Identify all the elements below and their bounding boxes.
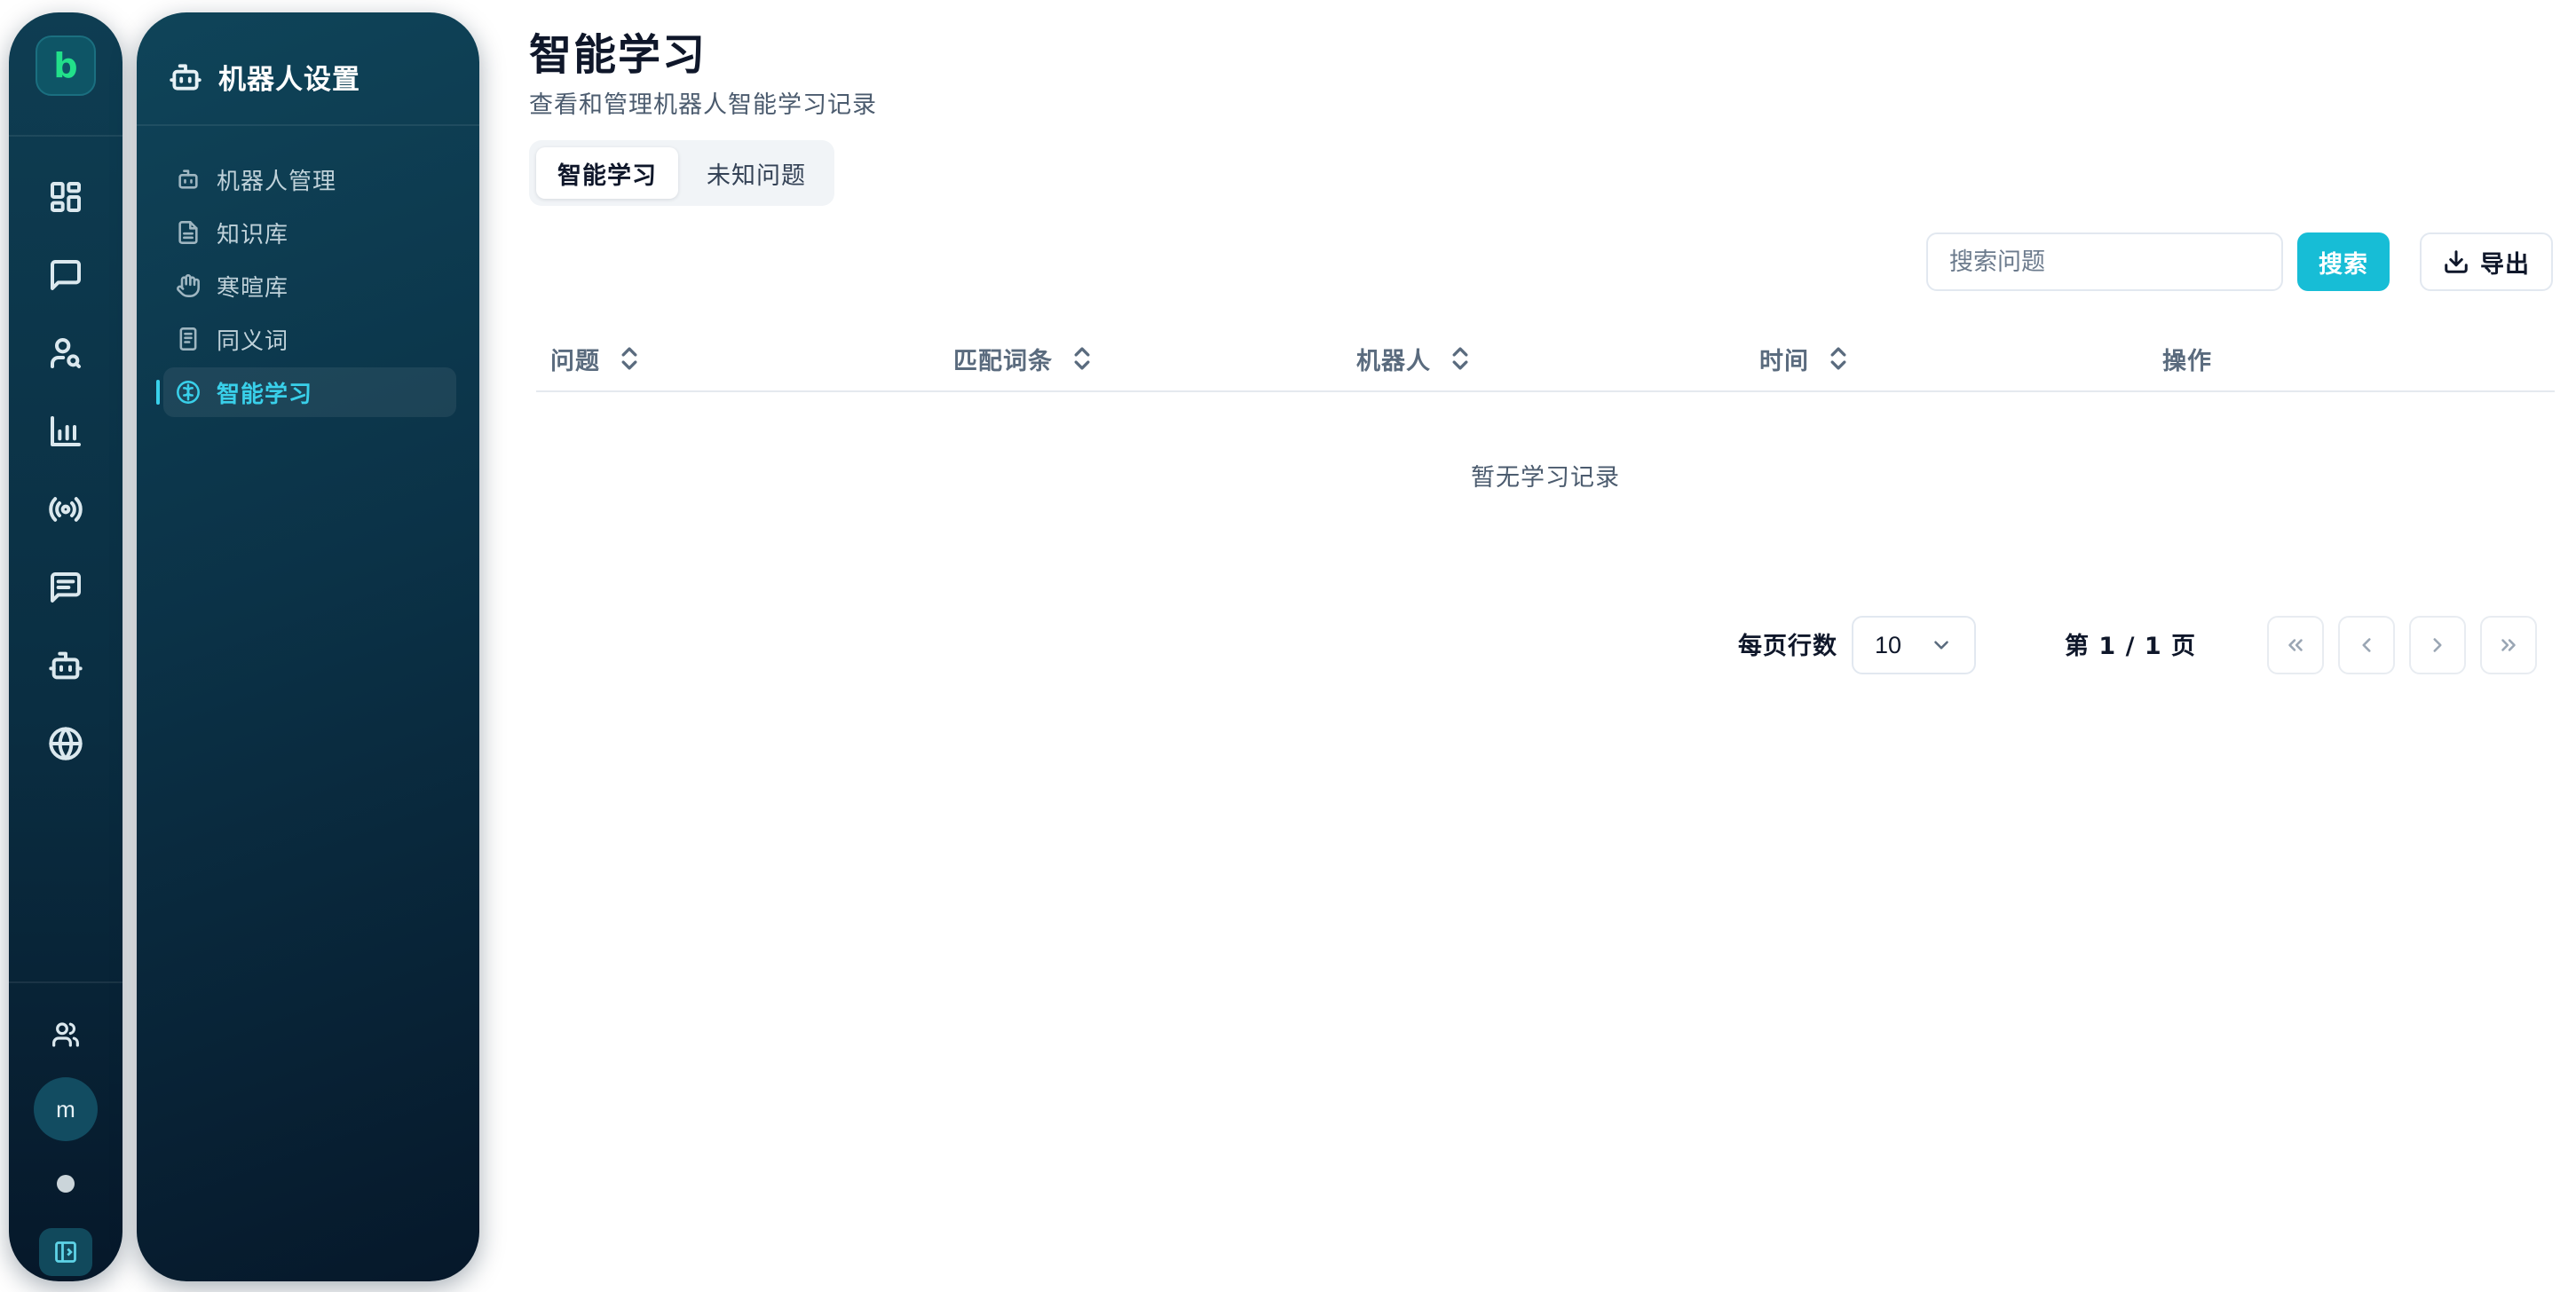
hand-icon xyxy=(177,274,200,297)
sidebar-divider xyxy=(137,124,479,126)
bot-icon xyxy=(170,63,201,91)
file-text-icon xyxy=(178,221,198,244)
column-header-time[interactable]: 时间 xyxy=(1759,339,1848,378)
sidebar-item-label: 智能学习 xyxy=(217,381,313,408)
rail-divider xyxy=(9,135,122,137)
column-label: 时间 xyxy=(1759,347,1809,375)
sidebar-item-knowledge-base[interactable]: 知识库 xyxy=(163,208,456,257)
page-indicator: 第 1 / 1 页 xyxy=(2065,633,2197,660)
empty-state-text: 暂无学习记录 xyxy=(1471,464,1620,492)
chevron-left-icon xyxy=(2362,638,2371,652)
status-dot xyxy=(57,1175,75,1193)
sort-icon xyxy=(621,347,637,370)
sidebar-item-synonyms[interactable]: 同义词 xyxy=(163,314,456,364)
sidebar-item-label: 机器人管理 xyxy=(217,168,337,195)
tab-smart-learning[interactable]: 智能学习 xyxy=(536,147,678,199)
page-subtitle: 查看和管理机器人智能学习记录 xyxy=(529,91,877,119)
sidebar-item-label: 知识库 xyxy=(217,221,289,248)
sidebar-item-label: 同义词 xyxy=(217,327,289,355)
icon-rail: b m xyxy=(9,12,122,1281)
page-title: 智能学习 xyxy=(529,30,707,80)
first-page-button[interactable] xyxy=(2267,616,2324,674)
app-window: b m 机器人设置 机器人管理 知识库 寒暄库 同义词 智能学习 智能学习 查看… xyxy=(0,0,2576,1292)
bot-icon[interactable] xyxy=(44,644,87,687)
rows-per-page-select[interactable]: 10 xyxy=(1852,616,1976,674)
download-icon xyxy=(2445,250,2468,273)
sidebar-item-small-talk[interactable]: 寒暄库 xyxy=(163,261,456,311)
column-label: 操作 xyxy=(2162,347,2212,375)
app-logo[interactable]: b xyxy=(36,35,96,96)
bot-icon xyxy=(178,169,198,189)
table-header: 问题 匹配词条 机器人 时间 操作 xyxy=(536,327,2555,392)
rows-per-page-label: 每页行数 xyxy=(1738,633,1837,660)
column-header-question[interactable]: 问题 xyxy=(550,339,639,378)
globe-icon[interactable] xyxy=(44,722,87,765)
settings-sidebar: 机器人设置 机器人管理 知识库 寒暄库 同义词 智能学习 xyxy=(137,12,479,1281)
rows-per-page-value: 10 xyxy=(1875,631,1902,658)
chevron-down-icon xyxy=(1934,641,1948,650)
column-header-actions: 操作 xyxy=(2162,339,2212,378)
sidebar-title: 机器人设置 xyxy=(218,64,360,96)
dashboard-icon[interactable] xyxy=(44,176,87,218)
search-button[interactable]: 搜索 xyxy=(2297,232,2390,291)
sidebar-item-label: 寒暄库 xyxy=(217,274,289,302)
export-button[interactable]: 导出 xyxy=(2420,232,2553,291)
column-label: 机器人 xyxy=(1356,347,1431,375)
column-header-matched-entry[interactable]: 匹配词条 xyxy=(953,339,1092,378)
sort-icon xyxy=(1830,347,1846,370)
sidebar-toggle-icon xyxy=(55,1241,76,1263)
sidebar-header: 机器人设置 xyxy=(169,57,360,97)
sidebar-item-bot-management[interactable]: 机器人管理 xyxy=(163,154,456,204)
previous-page-button[interactable] xyxy=(2338,616,2395,674)
chevrons-right-icon xyxy=(2501,639,2516,651)
search-input[interactable] xyxy=(1926,232,2283,291)
next-page-button[interactable] xyxy=(2409,616,2466,674)
logo-mark: b xyxy=(53,46,78,85)
export-label: 导出 xyxy=(2480,250,2530,279)
brain-icon xyxy=(177,381,200,404)
column-label: 问题 xyxy=(550,347,600,375)
book-icon xyxy=(179,327,197,351)
sort-icon xyxy=(1074,347,1090,370)
chat-icon[interactable] xyxy=(44,254,87,296)
bar-chart-icon[interactable] xyxy=(44,410,87,453)
rail-divider xyxy=(9,981,122,983)
last-page-button[interactable] xyxy=(2480,616,2537,674)
sidebar-menu: 机器人管理 知识库 寒暄库 同义词 智能学习 xyxy=(156,154,456,421)
users-icon[interactable] xyxy=(44,1013,87,1056)
sidebar-toggle-button[interactable] xyxy=(39,1228,92,1276)
sidebar-item-smart-learning[interactable]: 智能学习 xyxy=(156,367,456,417)
main-content: 智能学习 查看和管理机器人智能学习记录 智能学习 未知问题 搜索 导出 问题 匹… xyxy=(529,0,2576,1292)
column-header-bot[interactable]: 机器人 xyxy=(1356,339,1470,378)
avatar[interactable]: m xyxy=(34,1077,98,1141)
chevrons-left-icon xyxy=(2288,639,2303,651)
broadcast-icon[interactable] xyxy=(44,488,87,531)
column-label: 匹配词条 xyxy=(953,347,1053,375)
chevron-right-icon xyxy=(2433,638,2442,652)
avatar-initial: m xyxy=(56,1095,75,1123)
message-square-icon[interactable] xyxy=(44,566,87,609)
tab-unknown-questions[interactable]: 未知问题 xyxy=(685,147,827,199)
user-search-icon[interactable] xyxy=(44,332,87,374)
sort-icon xyxy=(1452,347,1468,370)
tab-bar: 智能学习 未知问题 xyxy=(529,140,834,206)
